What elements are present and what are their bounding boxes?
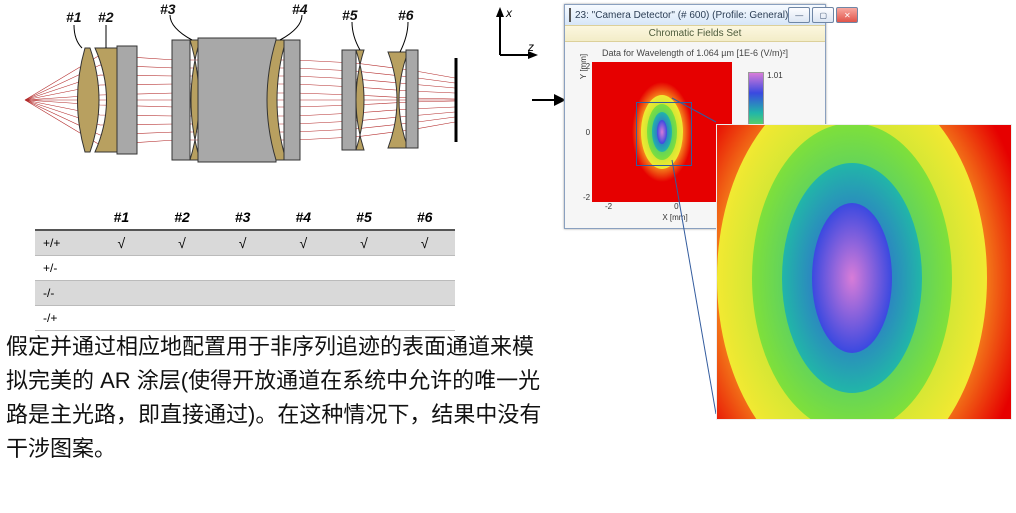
lens-label-3: #3	[160, 1, 176, 17]
lens-label-6: #6	[398, 7, 414, 23]
minimize-button[interactable]: —	[788, 7, 810, 23]
caption-text: 假定并通过相应地配置用于非序列追迹的表面通道来模拟完美的 AR 涂层(使得开放通…	[6, 330, 554, 466]
svg-text:x: x	[505, 6, 513, 20]
coordinate-axes: x z	[490, 5, 540, 65]
table-row: +/+ √ √ √ √ √ √	[35, 230, 455, 256]
titlebar[interactable]: 23: "Camera Detector" (# 600) (Profile: …	[565, 5, 825, 25]
optics-svg: #1 #2 #3 #4 #5 #6	[10, 0, 500, 200]
table-row: -/-	[35, 281, 455, 306]
optical-system-diagram: #1 #2 #3 #4 #5 #6	[10, 0, 500, 200]
coating-config-table: #1 #2 #3 #4 #5 #6 +/+ √ √ √ √ √ √ +/-	[35, 205, 455, 331]
close-button[interactable]: ✕	[836, 7, 858, 23]
maximize-button[interactable]: ▢	[812, 7, 834, 23]
intensity-heatmap	[592, 62, 732, 202]
subtitle-strip: Chromatic Fields Set	[565, 25, 825, 42]
table-row: -/+	[35, 306, 455, 331]
y-axis-label: Y [mm]	[571, 62, 583, 71]
zoom-selection-box	[636, 102, 692, 166]
lens-label-4: #4	[292, 1, 308, 17]
lens-label-2: #2	[98, 9, 114, 25]
svg-text:z: z	[527, 40, 534, 54]
y-ticks: 2 0 -2	[583, 62, 592, 202]
plot-title: Data for Wavelength of 1.064 µm [1E-6 (V…	[571, 48, 819, 58]
lens-label-5: #5	[342, 7, 358, 23]
table-row: +/-	[35, 256, 455, 281]
zoomed-heatmap	[716, 124, 1012, 420]
lens-label-1: #1	[66, 9, 82, 25]
window-title: 23: "Camera Detector" (# 600) (Profile: …	[575, 10, 788, 21]
app-icon	[569, 8, 571, 22]
